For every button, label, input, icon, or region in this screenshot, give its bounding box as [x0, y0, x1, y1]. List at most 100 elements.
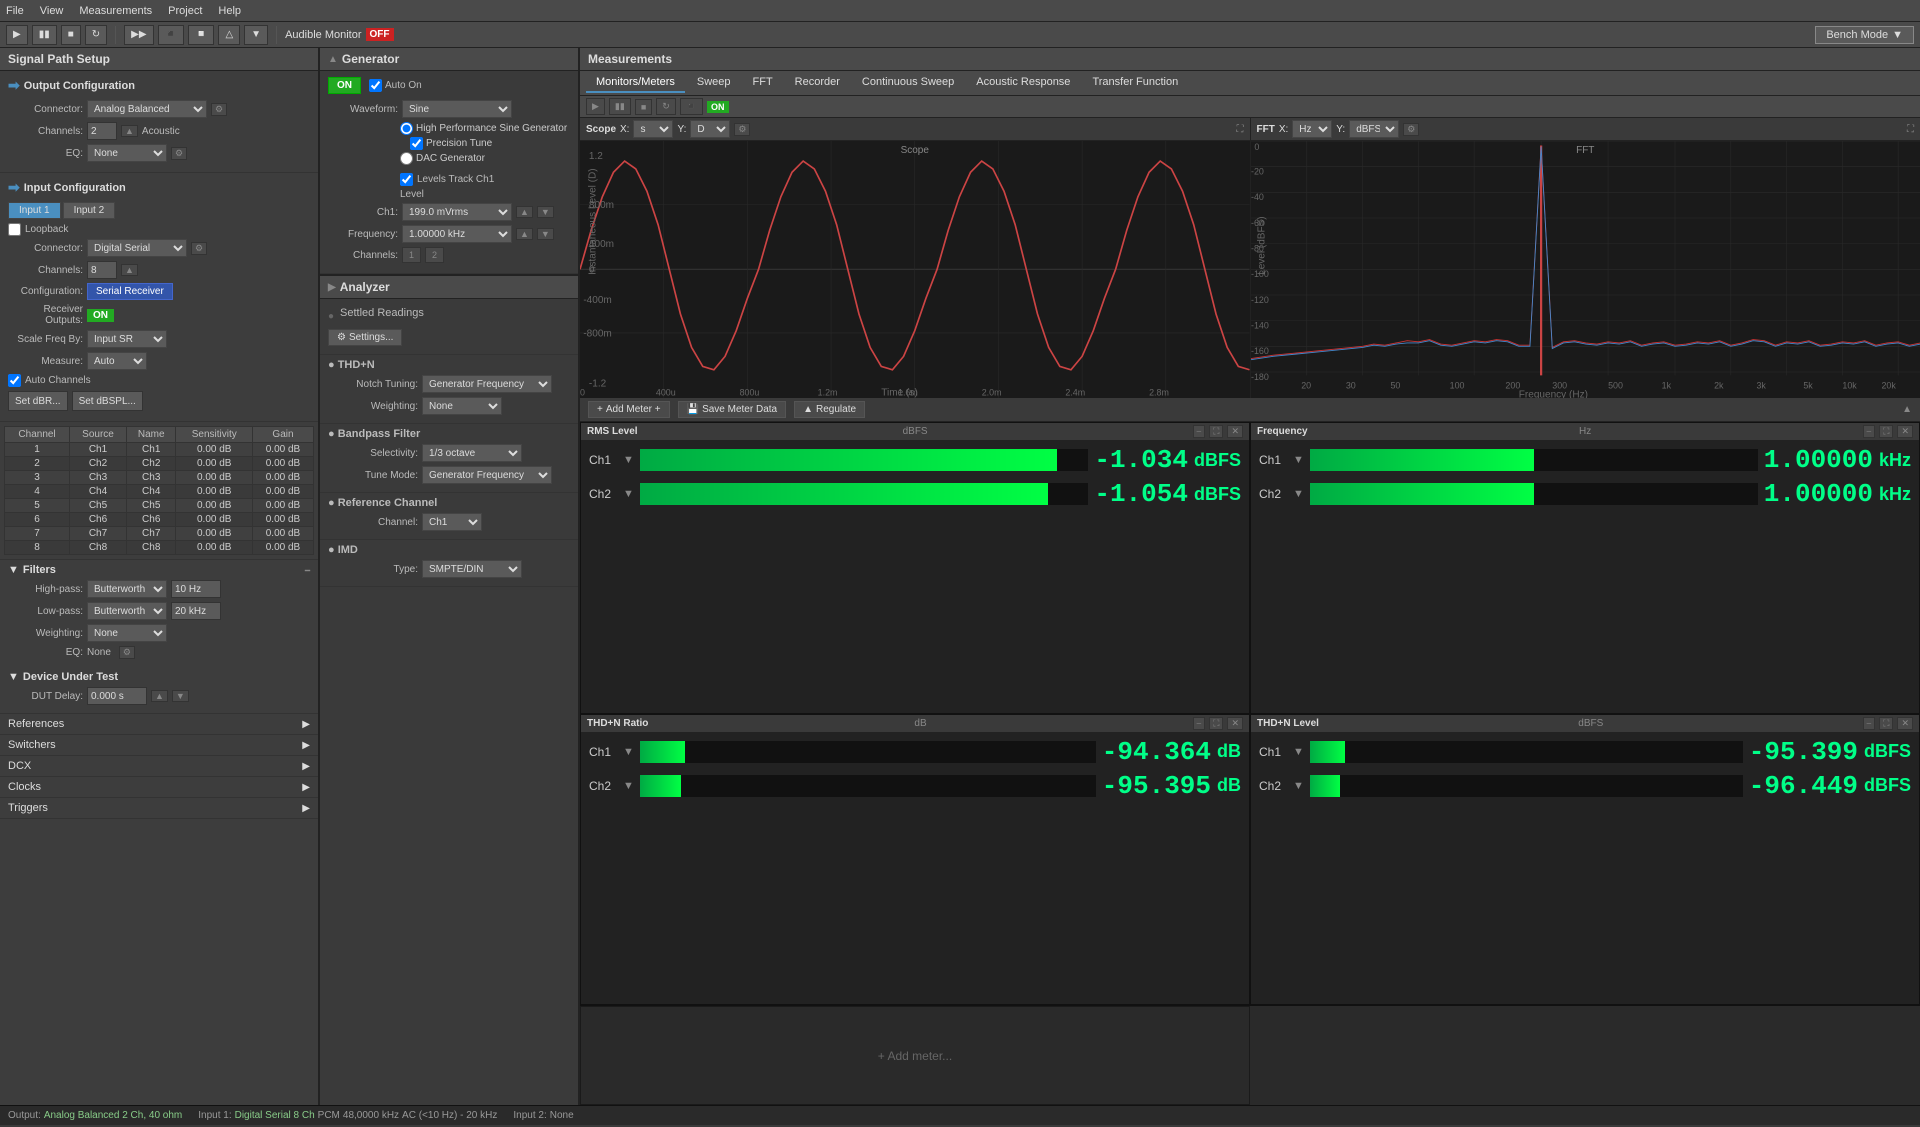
- scope-expand-icon[interactable]: ⛶: [1237, 124, 1244, 135]
- levels-track-checkbox[interactable]: [400, 173, 413, 186]
- freq-expand-icon[interactable]: ⛶: [1879, 425, 1893, 438]
- input-connector-config-btn[interactable]: ⚙: [191, 242, 207, 255]
- rms-collapse-icon[interactable]: ⎯: [1193, 425, 1206, 438]
- output-eq-config-btn[interactable]: ⚙: [171, 147, 187, 160]
- meters-bar-collapse-icon[interactable]: ▲: [1902, 404, 1912, 415]
- selectivity-select[interactable]: 1/3 octave: [422, 444, 522, 462]
- ref-channel-select[interactable]: Ch1: [422, 513, 482, 531]
- channel-1-btn[interactable]: 1: [402, 247, 421, 263]
- toolbar-btn-6[interactable]: ◾: [158, 25, 184, 45]
- highpass-freq-input[interactable]: [171, 580, 221, 598]
- imd-type-select[interactable]: SMPTE/DIN: [422, 560, 522, 578]
- thdn-ratio-expand-icon[interactable]: ⛶: [1209, 717, 1223, 730]
- output-eq-select[interactable]: None: [87, 144, 167, 162]
- freq-up[interactable]: ▲: [516, 228, 533, 240]
- tb-icon2[interactable]: ▮▮: [609, 98, 631, 115]
- nav-references[interactable]: References ▶: [0, 714, 318, 735]
- nav-triggers[interactable]: Triggers ▶: [0, 798, 318, 819]
- tb-icon5[interactable]: ◾: [680, 98, 703, 115]
- add-meter-btn[interactable]: + Add Meter +: [588, 401, 670, 418]
- toolbar-btn-7[interactable]: ◽: [188, 25, 214, 45]
- lowpass-freq-input[interactable]: [171, 602, 221, 620]
- input-connector-select[interactable]: Digital Serial: [87, 239, 187, 257]
- frequency-select[interactable]: 1.00000 kHz: [402, 225, 512, 243]
- thdn-level-close-icon[interactable]: ✕: [1897, 717, 1913, 730]
- auto-on-checkbox[interactable]: [369, 79, 382, 92]
- dut-delay-up[interactable]: ▲: [151, 690, 168, 702]
- tab-recorder[interactable]: Recorder: [785, 73, 850, 93]
- set-dbr-btn[interactable]: Set dBR...: [8, 391, 68, 411]
- audible-monitor-toggle[interactable]: OFF: [366, 28, 394, 41]
- toolbar-btn-2[interactable]: ▮▮: [32, 25, 57, 45]
- menu-help[interactable]: Help: [218, 5, 241, 17]
- dac-generator-radio[interactable]: [400, 152, 413, 165]
- freq-collapse-icon[interactable]: ⎯: [1863, 425, 1876, 438]
- tab-continuous-sweep[interactable]: Continuous Sweep: [852, 73, 964, 93]
- nav-switchers[interactable]: Switchers ▶: [0, 735, 318, 756]
- freq-ch1-dropdown[interactable]: ▼: [1293, 454, 1304, 466]
- tb-icon1[interactable]: ▶: [586, 98, 605, 115]
- input-channels-input[interactable]: [87, 261, 117, 279]
- input-channels-up[interactable]: ▲: [121, 264, 138, 276]
- input1-tab[interactable]: Input 1: [8, 202, 61, 219]
- ch1-level-up[interactable]: ▲: [516, 206, 533, 218]
- save-meter-data-btn[interactable]: 💾 Save Meter Data: [678, 401, 787, 418]
- scope-y-select[interactable]: D: [690, 120, 730, 138]
- regulate-btn[interactable]: ▲ Regulate: [794, 401, 865, 418]
- toolbar-btn-4[interactable]: ↻: [85, 25, 107, 45]
- tb-icon3[interactable]: ■: [635, 99, 652, 115]
- notch-tuning-select[interactable]: Generator Frequency: [422, 375, 552, 393]
- thdn-ratio-collapse-icon[interactable]: ⎯: [1193, 717, 1206, 730]
- set-dbspl-btn[interactable]: Set dBSPL...: [72, 391, 143, 411]
- tb-icon4[interactable]: ↻: [656, 98, 676, 115]
- thdn-level-expand-icon[interactable]: ⛶: [1879, 717, 1893, 730]
- toolbar-btn-8[interactable]: △: [218, 25, 240, 45]
- toolbar-btn-3[interactable]: ■: [61, 25, 81, 45]
- add-meter-box[interactable]: + Add meter...: [580, 1006, 1250, 1105]
- tab-monitors-meters[interactable]: Monitors/Meters: [586, 73, 685, 93]
- freq-ch2-dropdown[interactable]: ▼: [1293, 488, 1304, 500]
- scale-freq-select[interactable]: Input SR: [87, 330, 167, 348]
- weighting-select[interactable]: None: [87, 624, 167, 642]
- toolbar-btn-1[interactable]: ▶: [6, 25, 28, 45]
- tab-transfer-function[interactable]: Transfer Function: [1082, 73, 1188, 93]
- freq-close-icon[interactable]: ✕: [1897, 425, 1913, 438]
- connector-config-btn[interactable]: ⚙: [211, 103, 227, 116]
- filters-toggle[interactable]: ▼ Filters ⎯: [8, 564, 310, 576]
- fft-y-select[interactable]: dBFS: [1349, 120, 1399, 138]
- filter-eq-config-btn[interactable]: ⚙: [119, 646, 135, 659]
- channel-2-btn[interactable]: 2: [425, 247, 444, 263]
- tab-acoustic-response[interactable]: Acoustic Response: [966, 73, 1080, 93]
- fft-x-select[interactable]: Hz: [1292, 120, 1332, 138]
- toolbar-btn-9[interactable]: ▼: [244, 25, 268, 45]
- ch1-level-down[interactable]: ▼: [537, 206, 554, 218]
- rms-ch2-dropdown[interactable]: ▼: [623, 488, 634, 500]
- rms-ch1-dropdown[interactable]: ▼: [623, 454, 634, 466]
- thdn-ratio-ch1-dropdown[interactable]: ▼: [623, 746, 634, 758]
- rms-close-icon[interactable]: ✕: [1227, 425, 1243, 438]
- scope-x-select[interactable]: s: [633, 120, 673, 138]
- loopback-checkbox[interactable]: [8, 223, 21, 236]
- hp-sine-radio[interactable]: [400, 122, 413, 135]
- tune-mode-select[interactable]: Generator Frequency: [422, 466, 552, 484]
- thdn-level-ch2-dropdown[interactable]: ▼: [1293, 780, 1304, 792]
- bench-mode-button[interactable]: Bench Mode ▼: [1815, 26, 1914, 44]
- rms-expand-icon[interactable]: ⛶: [1209, 425, 1223, 438]
- fft-expand-icon[interactable]: ⛶: [1907, 124, 1914, 135]
- thdn-ratio-close-icon[interactable]: ✕: [1227, 717, 1243, 730]
- dut-delay-input[interactable]: [87, 687, 147, 705]
- settings-button[interactable]: ⚙ Settings...: [328, 329, 402, 346]
- auto-channels-checkbox[interactable]: [8, 374, 21, 387]
- waveform-select[interactable]: Sine: [402, 100, 512, 118]
- channels-input[interactable]: [87, 122, 117, 140]
- thdn-weighting-select[interactable]: None: [422, 397, 502, 415]
- freq-down[interactable]: ▼: [537, 228, 554, 240]
- dut-delay-down[interactable]: ▼: [172, 690, 189, 702]
- generator-on-btn[interactable]: ON: [328, 77, 361, 94]
- toolbar-btn-5[interactable]: ▶▶: [124, 25, 153, 45]
- ch1-level-select[interactable]: 199.0 mVrms: [402, 203, 512, 221]
- thdn-level-collapse-icon[interactable]: ⎯: [1863, 717, 1876, 730]
- connector-select[interactable]: Analog Balanced: [87, 100, 207, 118]
- lowpass-type-select[interactable]: Butterworth: [87, 602, 167, 620]
- dut-toggle[interactable]: ▼ Device Under Test: [8, 671, 310, 683]
